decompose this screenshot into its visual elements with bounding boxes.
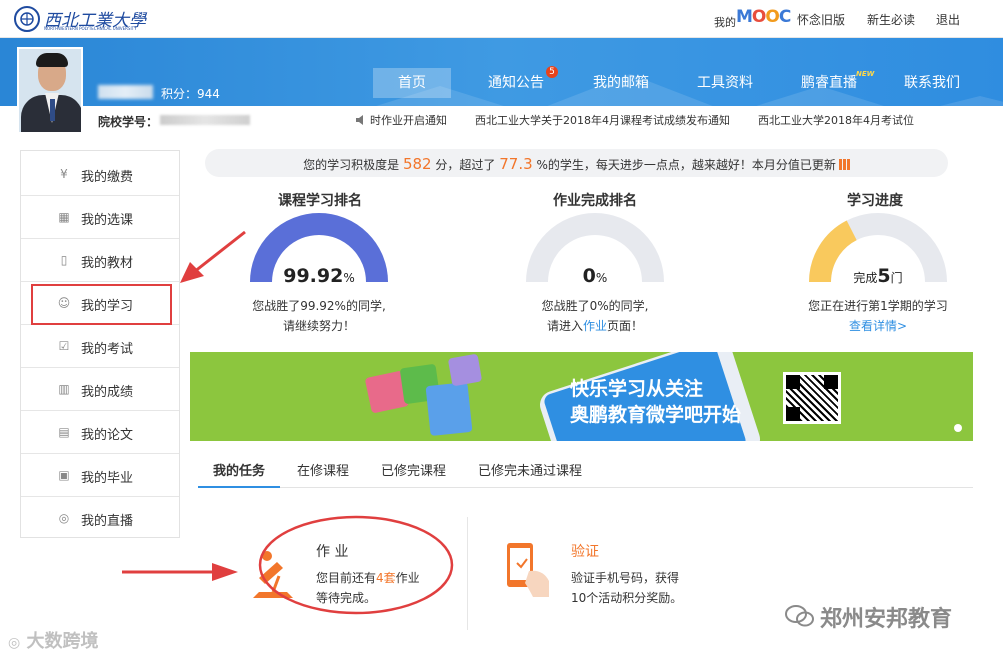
bar-chart-icon: ▥	[58, 382, 70, 396]
checklist-icon: ☑	[58, 339, 70, 353]
study-highlight-box	[31, 284, 172, 325]
yen-wallet-icon: ¥	[60, 167, 68, 181]
nav-home[interactable]: 首页	[373, 68, 451, 98]
sidebar-item-label: 我的成绩	[81, 385, 134, 400]
ticker-item[interactable]: 西北工业大学关于2018年4月课程考试成绩发布通知	[475, 114, 730, 127]
old-version-link[interactable]: 怀念旧版	[797, 11, 845, 28]
sidebar-item-live[interactable]: ◎ 我的直播	[21, 497, 179, 540]
qr-code	[783, 372, 841, 424]
sidebar-item-graduation[interactable]: ▣ 我的毕业	[21, 454, 179, 497]
tab-in-progress-courses[interactable]: 在修课程	[297, 460, 349, 479]
sidebar-item-thesis[interactable]: ▤ 我的论文	[21, 411, 179, 454]
arrowhead-to-study	[180, 262, 204, 283]
grid-icon: ▦	[58, 210, 70, 224]
carousel-dot[interactable]	[954, 424, 962, 432]
course-rank-desc: 您战胜了99.92%的同学, 请继续努力！	[252, 299, 386, 333]
course-rank-value: 99.92%	[283, 265, 355, 287]
sidebar: ¥ 我的缴费 ▦ 我的选课 ▯ 我的教材 ☺ 我的学习 ☑ 我的考试 ▥ 我的成绩 ▤ 我的论…	[20, 150, 180, 538]
homework-rank-title: 作业完成排名	[553, 193, 637, 209]
score-label: 积分：944	[161, 87, 220, 101]
speaker-icon	[356, 115, 363, 125]
avatar[interactable]	[17, 47, 83, 134]
paper-icon: ▤	[58, 425, 70, 439]
refresh-grid-icon[interactable]	[838, 159, 850, 170]
university-emblem-icon	[14, 6, 40, 32]
arrow-to-study	[193, 230, 246, 274]
tab-failed-courses[interactable]: 已修完未通过课程	[478, 460, 582, 479]
tab-completed-courses[interactable]: 已修完课程	[381, 460, 446, 479]
homework-rank-value: 0%	[582, 265, 608, 287]
homework-icon[interactable]	[253, 548, 293, 600]
activity-percent: 77.3	[499, 155, 533, 173]
sidebar-item-exams[interactable]: ☑ 我的考试	[21, 325, 179, 368]
ticker-item[interactable]: 时作业开启通知	[370, 114, 447, 127]
verify-title[interactable]: 验证	[571, 541, 599, 561]
activity-notice-text: 您的学习积极度是 582 分，超过了 77.3 %的学生，每天进步一点点，越来越…	[205, 155, 948, 173]
activity-score: 582	[402, 155, 432, 173]
sidebar-item-grades[interactable]: ▥ 我的成绩	[21, 368, 179, 411]
nav-notices[interactable]: 通知公告	[480, 68, 552, 98]
microphone-icon	[425, 381, 473, 437]
certificate-icon: ▣	[58, 468, 70, 482]
promo-line-2: 奥鹏教育微学吧开始	[570, 404, 742, 426]
progress-value: 完成5门	[853, 265, 903, 287]
sidebar-item-label: 我的论文	[81, 428, 134, 443]
sidebar-item-label: 我的直播	[81, 514, 134, 529]
verify-line-2: 10个活动积分奖励。	[571, 591, 683, 605]
sidebar-item-label: 我的选课	[81, 213, 134, 228]
homework-link[interactable]: 作业	[583, 319, 607, 333]
course-rank-title: 课程学习排名	[278, 193, 362, 209]
task-divider	[467, 517, 468, 630]
my-mooc-prefix[interactable]: 我的	[714, 14, 736, 30]
sidebar-item-payment[interactable]: ¥ 我的缴费	[21, 153, 179, 196]
notice-count-badge: 5	[546, 66, 558, 78]
watermark-right: 郑州安邦教育	[820, 607, 953, 632]
tab-active-indicator	[198, 486, 280, 488]
view-details-link[interactable]: 查看详情>	[778, 316, 978, 336]
watermark-left: ◎ 大数跨境	[8, 631, 99, 652]
notice-ticker: 时作业开启通知 西北工业大学关于2018年4月课程考试成绩发布通知 西北工业大学20…	[355, 112, 942, 128]
sidebar-item-label: 我的毕业	[81, 471, 134, 486]
homework-rank-desc: 您战胜了0%的同学, 请进入作业页面！	[541, 299, 649, 333]
sidebar-item-textbooks[interactable]: ▯ 我的教材	[21, 239, 179, 282]
tab-my-tasks[interactable]: 我的任务	[213, 460, 265, 479]
sidebar-item-courses[interactable]: ▦ 我的选课	[21, 196, 179, 239]
progress-desc: 您正在进行第1学期的学习 查看详情>	[778, 296, 978, 336]
nav-contact[interactable]: 联系我们	[896, 68, 968, 98]
sidebar-item-label: 我的教材	[81, 256, 134, 271]
book-icon: ▯	[60, 253, 68, 267]
sidebar-item-label: 我的考试	[81, 342, 134, 357]
university-english-name: NORTHWESTERN POLYTECHNICAL UNIVERSITY	[44, 26, 137, 31]
phone-verify-icon[interactable]	[503, 541, 557, 599]
ticker-item[interactable]: 西北工业大学2018年4月考试位	[758, 114, 914, 127]
wechat-watermark-icon: ◎	[8, 635, 21, 651]
wechat-icon	[785, 605, 814, 627]
homework-waiting: 等待完成。	[316, 591, 377, 605]
tab-underline	[198, 487, 973, 488]
homework-remaining: 您目前还有4套作业	[316, 571, 420, 585]
verify-line-1: 验证手机号码，获得	[571, 571, 680, 585]
top-bar: 西北工業大學 NORTHWESTERN POLYTECHNICAL UNIVER…	[0, 0, 1003, 38]
user-name-blurred	[98, 85, 153, 99]
school-number-blurred	[160, 115, 250, 125]
profile-icon	[447, 353, 483, 387]
nav-tools[interactable]: 工具资料	[689, 68, 761, 98]
live-icon: ◎	[58, 511, 70, 525]
school-number-label: 院校学号：	[98, 115, 159, 129]
promo-line-1: 快乐学习从关注	[570, 378, 704, 400]
homework-title[interactable]: 作 业	[316, 541, 348, 561]
progress-title: 学习进度	[847, 193, 903, 209]
logout-link[interactable]: 退出	[936, 11, 960, 28]
new-badge: NEW	[856, 70, 875, 78]
nav-live[interactable]: 鹏睿直播	[793, 68, 865, 98]
mooc-logo[interactable]: MOOC	[736, 7, 791, 27]
freshman-guide-link[interactable]: 新生必读	[867, 11, 915, 28]
homework-count[interactable]: 4套	[376, 571, 396, 585]
nav-mailbox[interactable]: 我的邮箱	[585, 68, 657, 98]
arrowhead-to-homework	[212, 563, 238, 581]
sidebar-item-label: 我的缴费	[81, 170, 134, 185]
activity-notice-bar: 您的学习积极度是 582 分，超过了 77.3 %的学生，每天进步一点点，越来越…	[205, 149, 948, 177]
